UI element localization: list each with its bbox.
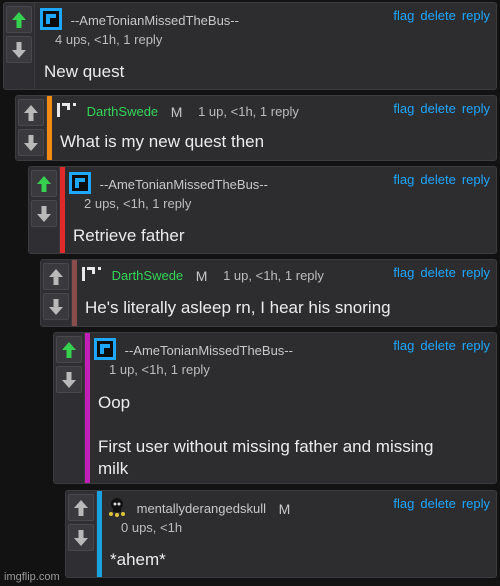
- upvote-button[interactable]: [56, 336, 82, 363]
- arrow-up-icon: [74, 499, 88, 516]
- upvote-button[interactable]: [18, 99, 44, 126]
- username-link[interactable]: --AmeTonianMissedTheBus--: [71, 13, 239, 28]
- delete-link[interactable]: delete: [420, 8, 455, 23]
- arrow-down-icon: [24, 134, 38, 151]
- delete-link[interactable]: delete: [420, 265, 455, 280]
- username-link[interactable]: DarthSwede: [112, 268, 184, 283]
- downvote-button[interactable]: [31, 200, 57, 227]
- upvote-button[interactable]: [68, 494, 94, 521]
- comment-actions: flag delete reply: [387, 8, 490, 23]
- thread-color-bar: [85, 333, 90, 483]
- comment-stats: 1 up, <1h, 1 reply: [109, 362, 210, 377]
- reply-link[interactable]: reply: [462, 8, 490, 23]
- vote-column: [41, 260, 72, 326]
- arrow-down-icon: [62, 371, 76, 388]
- reply-link[interactable]: reply: [462, 101, 490, 116]
- comment-3: --AmeTonianMissedTheBus-- flag delete repl…: [28, 166, 497, 254]
- arrow-up-icon: [49, 268, 63, 285]
- arrow-up-icon: [12, 11, 26, 28]
- thread-color-bar: [47, 96, 52, 160]
- comment-text-line: [98, 414, 490, 436]
- arrow-down-icon: [12, 41, 26, 58]
- upvote-button[interactable]: [31, 170, 57, 197]
- vote-column: [66, 491, 97, 577]
- downvote-button[interactable]: [68, 524, 94, 551]
- downvote-button[interactable]: [18, 129, 44, 156]
- username-link[interactable]: --AmeTonianMissedTheBus--: [125, 343, 293, 358]
- vote-column: [29, 167, 60, 253]
- delete-link[interactable]: delete: [420, 172, 455, 187]
- username-link[interactable]: DarthSwede: [87, 104, 159, 119]
- username-link[interactable]: mentallyderangedskull: [137, 501, 266, 516]
- arrow-down-icon: [74, 529, 88, 546]
- reply-link[interactable]: reply: [462, 265, 490, 280]
- reply-link[interactable]: reply: [462, 338, 490, 353]
- comment-actions: flag delete reply: [387, 101, 490, 116]
- comment-text: *ahem*: [110, 550, 166, 569]
- arrow-up-icon: [24, 104, 38, 121]
- arrow-up-icon: [37, 175, 51, 192]
- vote-column: [16, 96, 47, 160]
- downvote-button[interactable]: [6, 36, 32, 63]
- comment-5: --AmeTonianMissedTheBus-- flag delete repl…: [53, 332, 497, 484]
- delete-link[interactable]: delete: [420, 101, 455, 116]
- pixel-avatar-icon[interactable]: [81, 265, 103, 286]
- flag-link[interactable]: flag: [393, 496, 414, 511]
- comment-stats: 1 up, <1h, 1 reply: [223, 268, 324, 283]
- blue-square-avatar-icon[interactable]: [69, 172, 91, 197]
- comment-actions: flag delete reply: [387, 265, 490, 280]
- mod-badge: M: [195, 267, 208, 284]
- comment-text: Retrieve father: [73, 226, 185, 245]
- comment-text: Oop First user without missing father an…: [98, 392, 490, 480]
- vote-column: [54, 333, 85, 483]
- delete-link[interactable]: delete: [420, 338, 455, 353]
- comment-2: DarthSwede M 1 up, <1h, 1 reply flag dele…: [15, 95, 497, 161]
- comment-6: mentallyderangedskull M flag delete reply …: [65, 490, 497, 578]
- comment-text: He's literally asleep rn, I hear his sno…: [85, 298, 391, 317]
- downvote-button[interactable]: [43, 293, 69, 320]
- thread-color-bar: [60, 167, 65, 253]
- comment-actions: flag delete reply: [387, 172, 490, 187]
- comment-text: New quest: [44, 62, 125, 81]
- flag-link[interactable]: flag: [393, 8, 414, 23]
- flag-link[interactable]: flag: [393, 101, 414, 116]
- comment-actions: flag delete reply: [387, 496, 490, 511]
- skull-avatar-icon[interactable]: [106, 496, 128, 521]
- comment-text-line: First user without missing father and mi…: [98, 437, 434, 456]
- comment-stats: 4 ups, <1h, 1 reply: [55, 32, 163, 47]
- thread-color-bar: [72, 260, 77, 326]
- downvote-button[interactable]: [56, 366, 82, 393]
- blue-square-avatar-icon[interactable]: [40, 8, 62, 33]
- pixel-avatar-icon[interactable]: [56, 101, 78, 122]
- upvote-button[interactable]: [43, 263, 69, 290]
- comment-text: What is my new quest then: [60, 132, 265, 151]
- comment-stats: 2 ups, <1h, 1 reply: [84, 196, 192, 211]
- flag-link[interactable]: flag: [393, 265, 414, 280]
- flag-link[interactable]: flag: [393, 338, 414, 353]
- arrow-up-icon: [62, 341, 76, 358]
- comment-1: --AmeTonianMissedTheBus-- flag delete repl…: [3, 2, 497, 90]
- upvote-button[interactable]: [6, 6, 32, 33]
- blue-square-avatar-icon[interactable]: [94, 338, 116, 363]
- arrow-down-icon: [37, 205, 51, 222]
- comment-stats: 0 ups, <1h: [121, 520, 183, 535]
- vote-column: [4, 3, 35, 89]
- comment-text-line: Oop: [98, 393, 131, 412]
- mod-badge: M: [170, 103, 183, 120]
- comment-actions: flag delete reply: [387, 338, 490, 353]
- comment-stats: 1 up, <1h, 1 reply: [198, 104, 299, 119]
- delete-link[interactable]: delete: [420, 496, 455, 511]
- thread-color-bar: [97, 491, 102, 577]
- watermark: imgflip.com: [4, 571, 60, 583]
- arrow-down-icon: [49, 298, 63, 315]
- reply-link[interactable]: reply: [462, 496, 490, 511]
- username-link[interactable]: --AmeTonianMissedTheBus--: [100, 177, 268, 192]
- mod-badge: M: [278, 500, 291, 517]
- reply-link[interactable]: reply: [462, 172, 490, 187]
- comment-text-line: milk: [98, 459, 129, 478]
- flag-link[interactable]: flag: [393, 172, 414, 187]
- comment-4: DarthSwede M 1 up, <1h, 1 reply flag dele…: [40, 259, 497, 327]
